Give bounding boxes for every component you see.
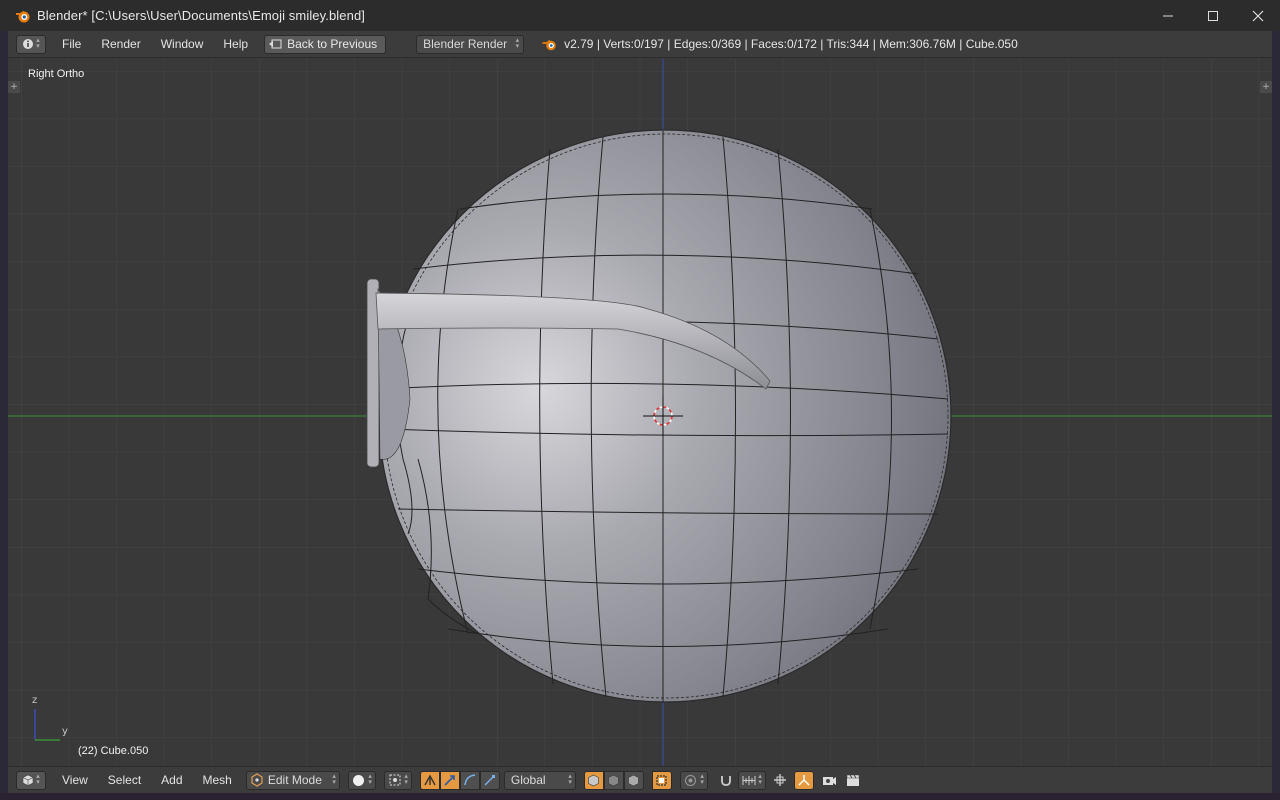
dropdown-arrows-icon: ▴ ▾ — [368, 772, 372, 786]
snap-increment-icon — [742, 775, 756, 785]
3d-view-header: ▴ ▾ View Select Add Mesh Edit Mode ▴ ▾ ▴ ▾ … — [8, 766, 1272, 793]
menu-add[interactable]: Add — [151, 773, 192, 787]
scale-manipulator-button[interactable] — [479, 770, 500, 790]
blender-window: Blender* [C:\Users\User\Documents\Emoji … — [0, 0, 1280, 800]
dropdown-arrows-icon: ▴ ▾ — [700, 772, 704, 786]
manipulator-toggle-button[interactable] — [419, 770, 440, 790]
blender-logo-icon — [542, 39, 556, 50]
menu-select[interactable]: Select — [98, 773, 151, 787]
desktop-edge-left — [0, 31, 8, 800]
interaction-mode-value: Edit Mode — [267, 773, 322, 787]
limit-selection-visible-button[interactable] — [651, 770, 672, 790]
menu-mesh[interactable]: Mesh — [193, 773, 242, 787]
back-to-previous-label: Back to Previous — [287, 37, 378, 51]
scene-statistics: v2.79 | Verts:0/197 | Edges:0/369 | Face… — [564, 37, 1018, 51]
opengl-render-animation-button[interactable] — [844, 771, 864, 790]
pivot-point-dropdown[interactable]: ▴ ▾ — [383, 770, 412, 790]
snap-target-icon — [773, 774, 786, 786]
close-button[interactable] — [1235, 0, 1280, 31]
rotate-manipulator-button[interactable] — [459, 770, 480, 790]
minimize-button[interactable] — [1145, 0, 1190, 31]
viewport-shading-dropdown[interactable]: ▴ ▾ — [347, 770, 376, 790]
snap-target-button[interactable] — [770, 771, 790, 790]
render-camera-icon — [823, 777, 837, 785]
proportional-edit-icon — [684, 774, 696, 786]
axis-z-label: z — [32, 695, 38, 706]
edge-select-icon — [608, 774, 620, 786]
transform-orientation-value: Global — [510, 773, 546, 787]
proportional-editing-dropdown[interactable]: ▴ ▾ — [679, 770, 708, 790]
edge-select-button[interactable] — [603, 770, 624, 790]
solid-shading-icon — [352, 774, 364, 786]
editor-type-selector[interactable]: ▴ ▾ — [16, 34, 46, 54]
render-engine-value: Blender Render — [423, 37, 508, 51]
select-mode-group — [583, 770, 644, 790]
pivot-point-icon — [389, 774, 401, 786]
auto-merge-button[interactable] — [793, 770, 814, 790]
dropdown-arrows-icon: ▴ ▾ — [332, 772, 336, 786]
dropdown-arrows-icon: ▴ ▾ — [758, 772, 762, 786]
menu-help[interactable]: Help — [213, 31, 258, 58]
menu-view[interactable]: View — [52, 773, 98, 787]
maximize-icon — [1207, 10, 1218, 21]
desktop-edge-right — [1272, 31, 1280, 800]
face-select-icon — [628, 774, 640, 786]
minimize-icon — [1162, 15, 1173, 16]
translate-manipulator-button[interactable] — [439, 770, 460, 790]
window-title: Blender* [C:\Users\User\Documents\Emoji … — [37, 8, 366, 23]
manipulator-icon — [424, 774, 436, 786]
snap-toggle-button[interactable] — [716, 771, 736, 790]
render-engine-dropdown[interactable]: Blender Render ▴ ▾ — [416, 34, 525, 54]
scale-icon — [484, 775, 495, 786]
axis-y-label: y — [62, 726, 68, 737]
info-header: ▴ ▾ File Render Window Help Back to Previ… — [8, 31, 1272, 58]
auto-merge-icon — [798, 775, 810, 786]
active-object-info: (22) Cube.050 — [78, 745, 149, 757]
menu-render[interactable]: Render — [91, 31, 150, 58]
occlusion-group — [651, 770, 672, 790]
back-screen-icon — [269, 39, 282, 48]
info-icon — [23, 39, 34, 49]
maximize-button[interactable] — [1190, 0, 1235, 31]
snap-element-dropdown[interactable]: ▴ ▾ — [737, 770, 766, 790]
close-icon — [1252, 10, 1263, 21]
viewport-grid — [8, 59, 1272, 766]
back-to-previous-button[interactable]: Back to Previous — [264, 34, 387, 54]
desktop-edge-bottom — [0, 793, 1280, 800]
view-name-label: Right Ortho — [28, 68, 85, 80]
manipulator-group — [419, 770, 500, 790]
vertex-select-button[interactable] — [583, 770, 604, 790]
3d-viewport[interactable]: z y Right Ortho (22) Cube.050 + + — [8, 59, 1272, 766]
title-bar: Blender* [C:\Users\User\Documents\Emoji … — [0, 0, 1280, 31]
menu-file[interactable]: File — [52, 31, 91, 58]
editor-type-selector-3d[interactable]: ▴ ▾ — [16, 770, 46, 790]
toolshelf-toggle[interactable]: + — [8, 81, 20, 93]
render-clapper-icon — [847, 774, 860, 786]
dropdown-arrows-icon: ▴ ▾ — [568, 772, 572, 786]
transform-orientation-dropdown[interactable]: Global ▴ ▾ — [503, 770, 576, 790]
vertex-select-icon — [588, 774, 600, 786]
menu-window[interactable]: Window — [151, 31, 214, 58]
snap-magnet-icon — [720, 776, 731, 786]
opengl-render-image-button[interactable] — [820, 771, 840, 790]
edit-mode-icon — [251, 773, 263, 787]
properties-toggle[interactable]: + — [1260, 81, 1272, 93]
dropdown-arrows-icon: ▴ ▾ — [404, 772, 408, 786]
interaction-mode-dropdown[interactable]: Edit Mode ▴ ▾ — [245, 770, 340, 790]
rotate-arc-icon — [464, 774, 475, 786]
3d-view-cube-icon — [22, 774, 34, 786]
move-arrow-icon — [444, 775, 455, 786]
blender-logo-icon — [16, 10, 30, 22]
face-select-button[interactable] — [623, 770, 644, 790]
occlude-geometry-icon — [656, 774, 667, 786]
dropdown-arrows-icon: ▴ ▾ — [515, 36, 520, 50]
